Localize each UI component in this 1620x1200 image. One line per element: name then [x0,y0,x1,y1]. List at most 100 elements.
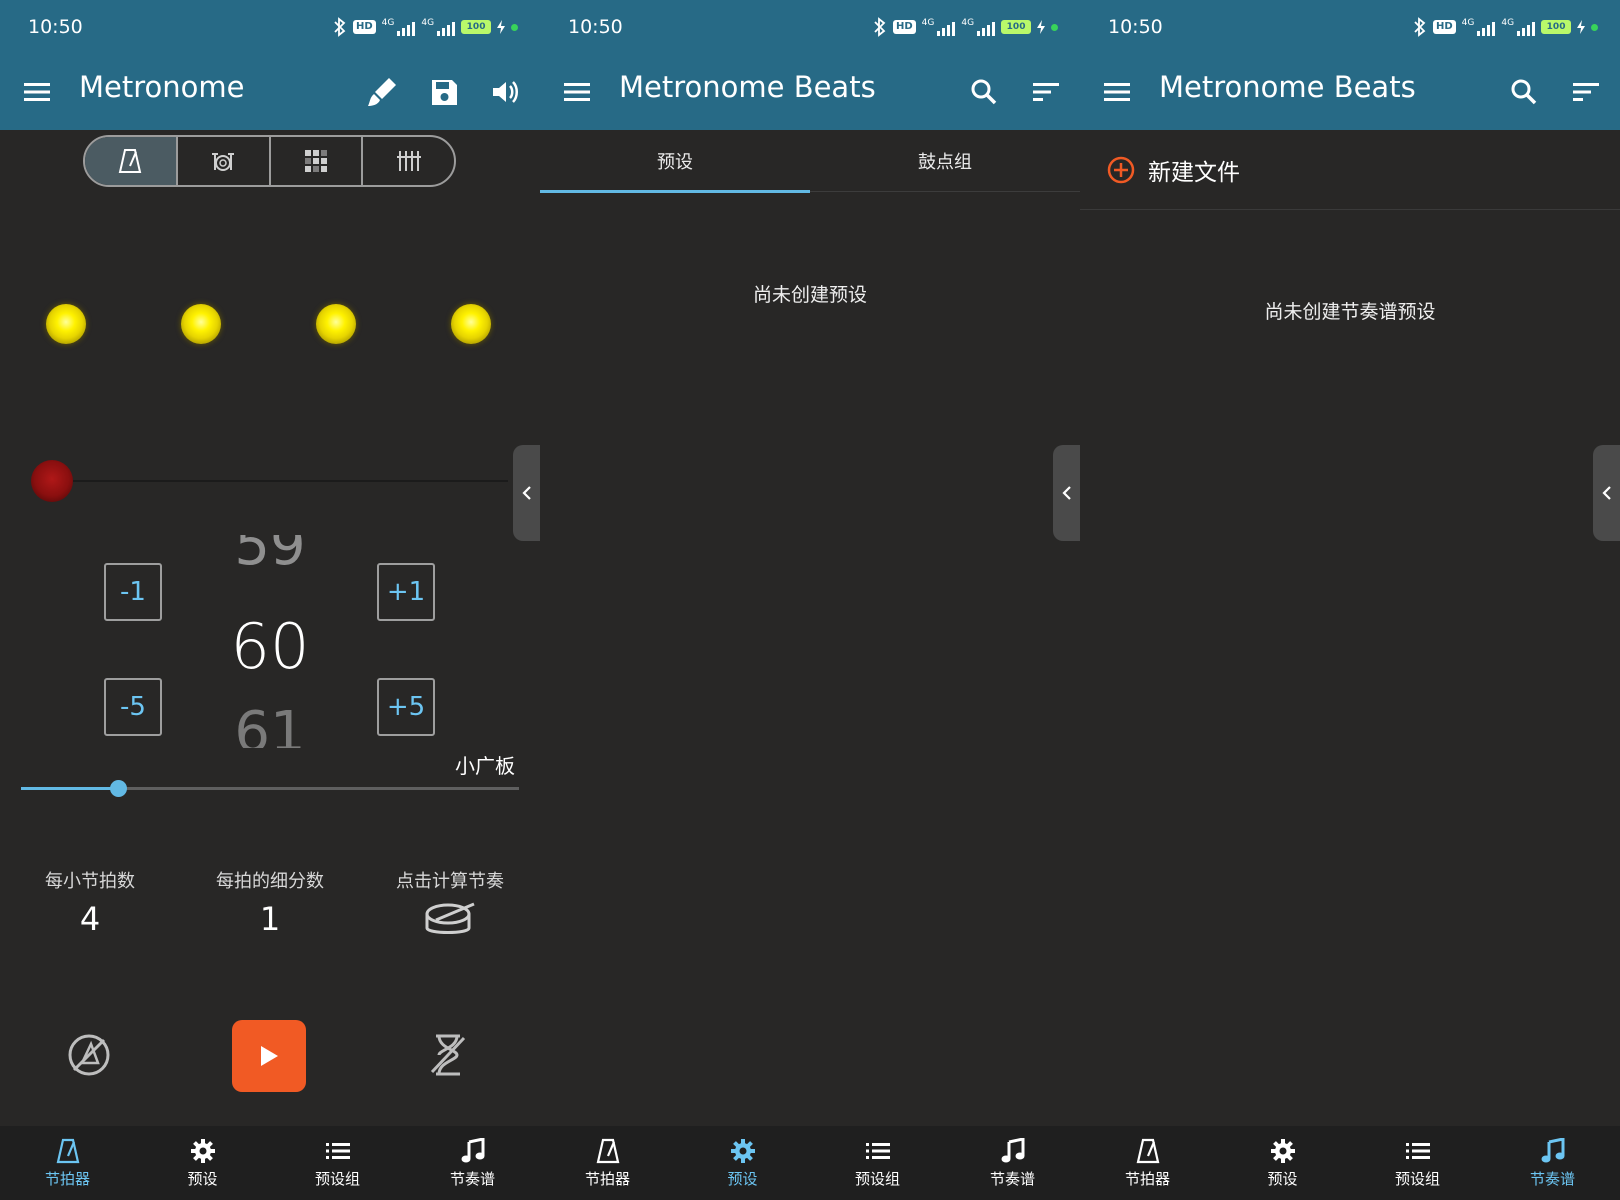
mode-metronome[interactable] [85,137,178,185]
metronome-icon [56,1138,79,1163]
presets-screen: 10:50 HD 4G 4G 100 Metronome Beats 预设 鼓点… [540,0,1080,1200]
beats-per-bar-label: 每小节拍数 [45,871,135,892]
sort-icon[interactable] [1566,72,1606,112]
battery-icon: 100 [461,20,492,34]
beat-light-2 [181,304,221,344]
bottom-nav: 节拍器 预设 预设组 节奏谱 [540,1126,1080,1200]
nav-rhythm[interactable]: 节奏谱 [1485,1126,1620,1200]
signal-icon-2: 4G [1501,18,1536,36]
mode-sequencer[interactable] [363,137,454,185]
bpm-next[interactable]: 61 [200,700,340,748]
search-icon[interactable] [964,72,1004,112]
subdivision-value[interactable]: 1 [200,900,340,938]
empty-message: 尚未创建预设 [752,284,867,306]
grid-icon [304,150,327,172]
nav-presets[interactable]: 预设 [135,1126,270,1200]
chevron-left-icon [1601,486,1611,500]
tab-presets[interactable]: 预设 [540,130,810,193]
mode-grid[interactable] [271,137,364,185]
menu-icon[interactable] [1104,79,1130,105]
bottom-nav: 节拍器 预设 预设组 节奏谱 [0,1126,540,1200]
drawer-handle[interactable] [1593,445,1620,541]
nav-metronome[interactable]: 节拍器 [1080,1126,1215,1200]
beat-light-4 [451,304,491,344]
tempo-slider-fill [21,787,119,790]
gear-icon [730,1138,755,1163]
hd-badge: HD [1433,20,1456,34]
beat-light-1 [46,304,86,344]
nav-metronome[interactable]: 节拍器 [540,1126,675,1200]
app-bar: Metronome Beats [1080,54,1620,130]
beats-per-bar-value[interactable]: 4 [20,900,160,938]
status-icons: HD 4G 4G 100 [873,17,1059,37]
status-time: 10:50 [28,16,83,38]
minus5-button[interactable]: -5 [104,678,162,736]
bpm-prev[interactable]: 59 [200,535,340,590]
pendulum-track [72,480,508,482]
new-file-button[interactable]: 新建文件 [1080,130,1620,210]
nav-rhythm[interactable]: 节奏谱 [405,1126,540,1200]
metronome-off-icon[interactable] [66,1032,112,1078]
nav-rhythm[interactable]: 节奏谱 [945,1126,1080,1200]
metronome-icon [1136,1138,1159,1163]
signal-icon-2: 4G [421,18,456,36]
bluetooth-icon [334,17,346,37]
nav-preset-groups[interactable]: 预设组 [270,1126,405,1200]
menu-icon[interactable] [24,79,50,105]
mode-drum-kit[interactable] [178,137,271,185]
rhythm-screen: 10:50 HD 4G 4G 100 Metronome Beats 新建文件 … [1080,0,1620,1200]
metronome-icon [596,1138,619,1163]
timer-off-icon[interactable] [426,1032,470,1078]
nav-presets[interactable]: 预设 [1215,1126,1350,1200]
drum-kit-icon [212,153,235,171]
tap-tempo-drum-icon[interactable] [422,898,478,942]
bluetooth-icon [874,17,886,37]
menu-icon[interactable] [564,79,590,105]
tempo-slider-thumb[interactable] [109,780,127,797]
bluetooth-icon [1414,17,1426,37]
signal-icon: 4G [1462,18,1496,36]
empty-message: 尚未创建节奏谱预设 [1264,301,1436,323]
music-note-icon [1541,1137,1564,1162]
minus1-button[interactable]: -1 [104,563,162,621]
app-title: Metronome [79,70,245,104]
plus1-button[interactable]: +1 [377,563,435,621]
subdivision-label: 每拍的细分数 [216,871,324,892]
save-icon[interactable] [424,72,464,112]
pendulum-ball [31,460,73,502]
charging-icon [497,20,506,34]
metronome-screen: 10:50 HD 4G 4G 100 Metronome -1 -5 +1 +5… [0,0,540,1200]
nav-metronome[interactable]: 节拍器 [0,1126,135,1200]
nav-preset-groups[interactable]: 预设组 [810,1126,945,1200]
tab-drum-groups[interactable]: 鼓点组 [810,130,1080,191]
play-button[interactable] [232,1020,306,1092]
status-icons: HD 4G 4G 100 [1413,17,1599,37]
app-title: Metronome Beats [1159,70,1416,104]
signal-icon-2: 4G [961,18,996,36]
volume-icon[interactable] [485,72,525,112]
bottom-nav: 节拍器 预设 预设组 节奏谱 [1080,1126,1620,1200]
nav-preset-groups[interactable]: 预设组 [1350,1126,1485,1200]
sort-icon[interactable] [1026,72,1066,112]
status-dot [1591,23,1599,31]
list-icon [865,1142,890,1159]
charging-icon [1577,20,1586,34]
tempo-name: 小广板 [455,754,515,778]
battery-icon: 100 [1541,20,1572,34]
search-icon[interactable] [1504,72,1544,112]
new-file-label: 新建文件 [1148,159,1240,186]
drawer-handle[interactable] [513,445,540,541]
nav-presets[interactable]: 预设 [675,1126,810,1200]
preset-tabs: 预设 鼓点组 [540,130,1080,193]
brush-icon[interactable] [362,72,402,112]
beat-light-3 [316,304,356,344]
plus5-button[interactable]: +5 [377,678,435,736]
drawer-handle[interactable] [1053,445,1080,541]
gear-icon [1270,1138,1295,1163]
status-icons: HD 4G 4G 100 [333,17,519,37]
status-time: 10:50 [568,16,623,38]
hd-badge: HD [893,20,916,34]
metronome-icon [119,149,142,173]
bpm-value[interactable]: 60 [200,610,340,683]
status-bar: 10:50 HD 4G 4G 100 [540,0,1080,54]
